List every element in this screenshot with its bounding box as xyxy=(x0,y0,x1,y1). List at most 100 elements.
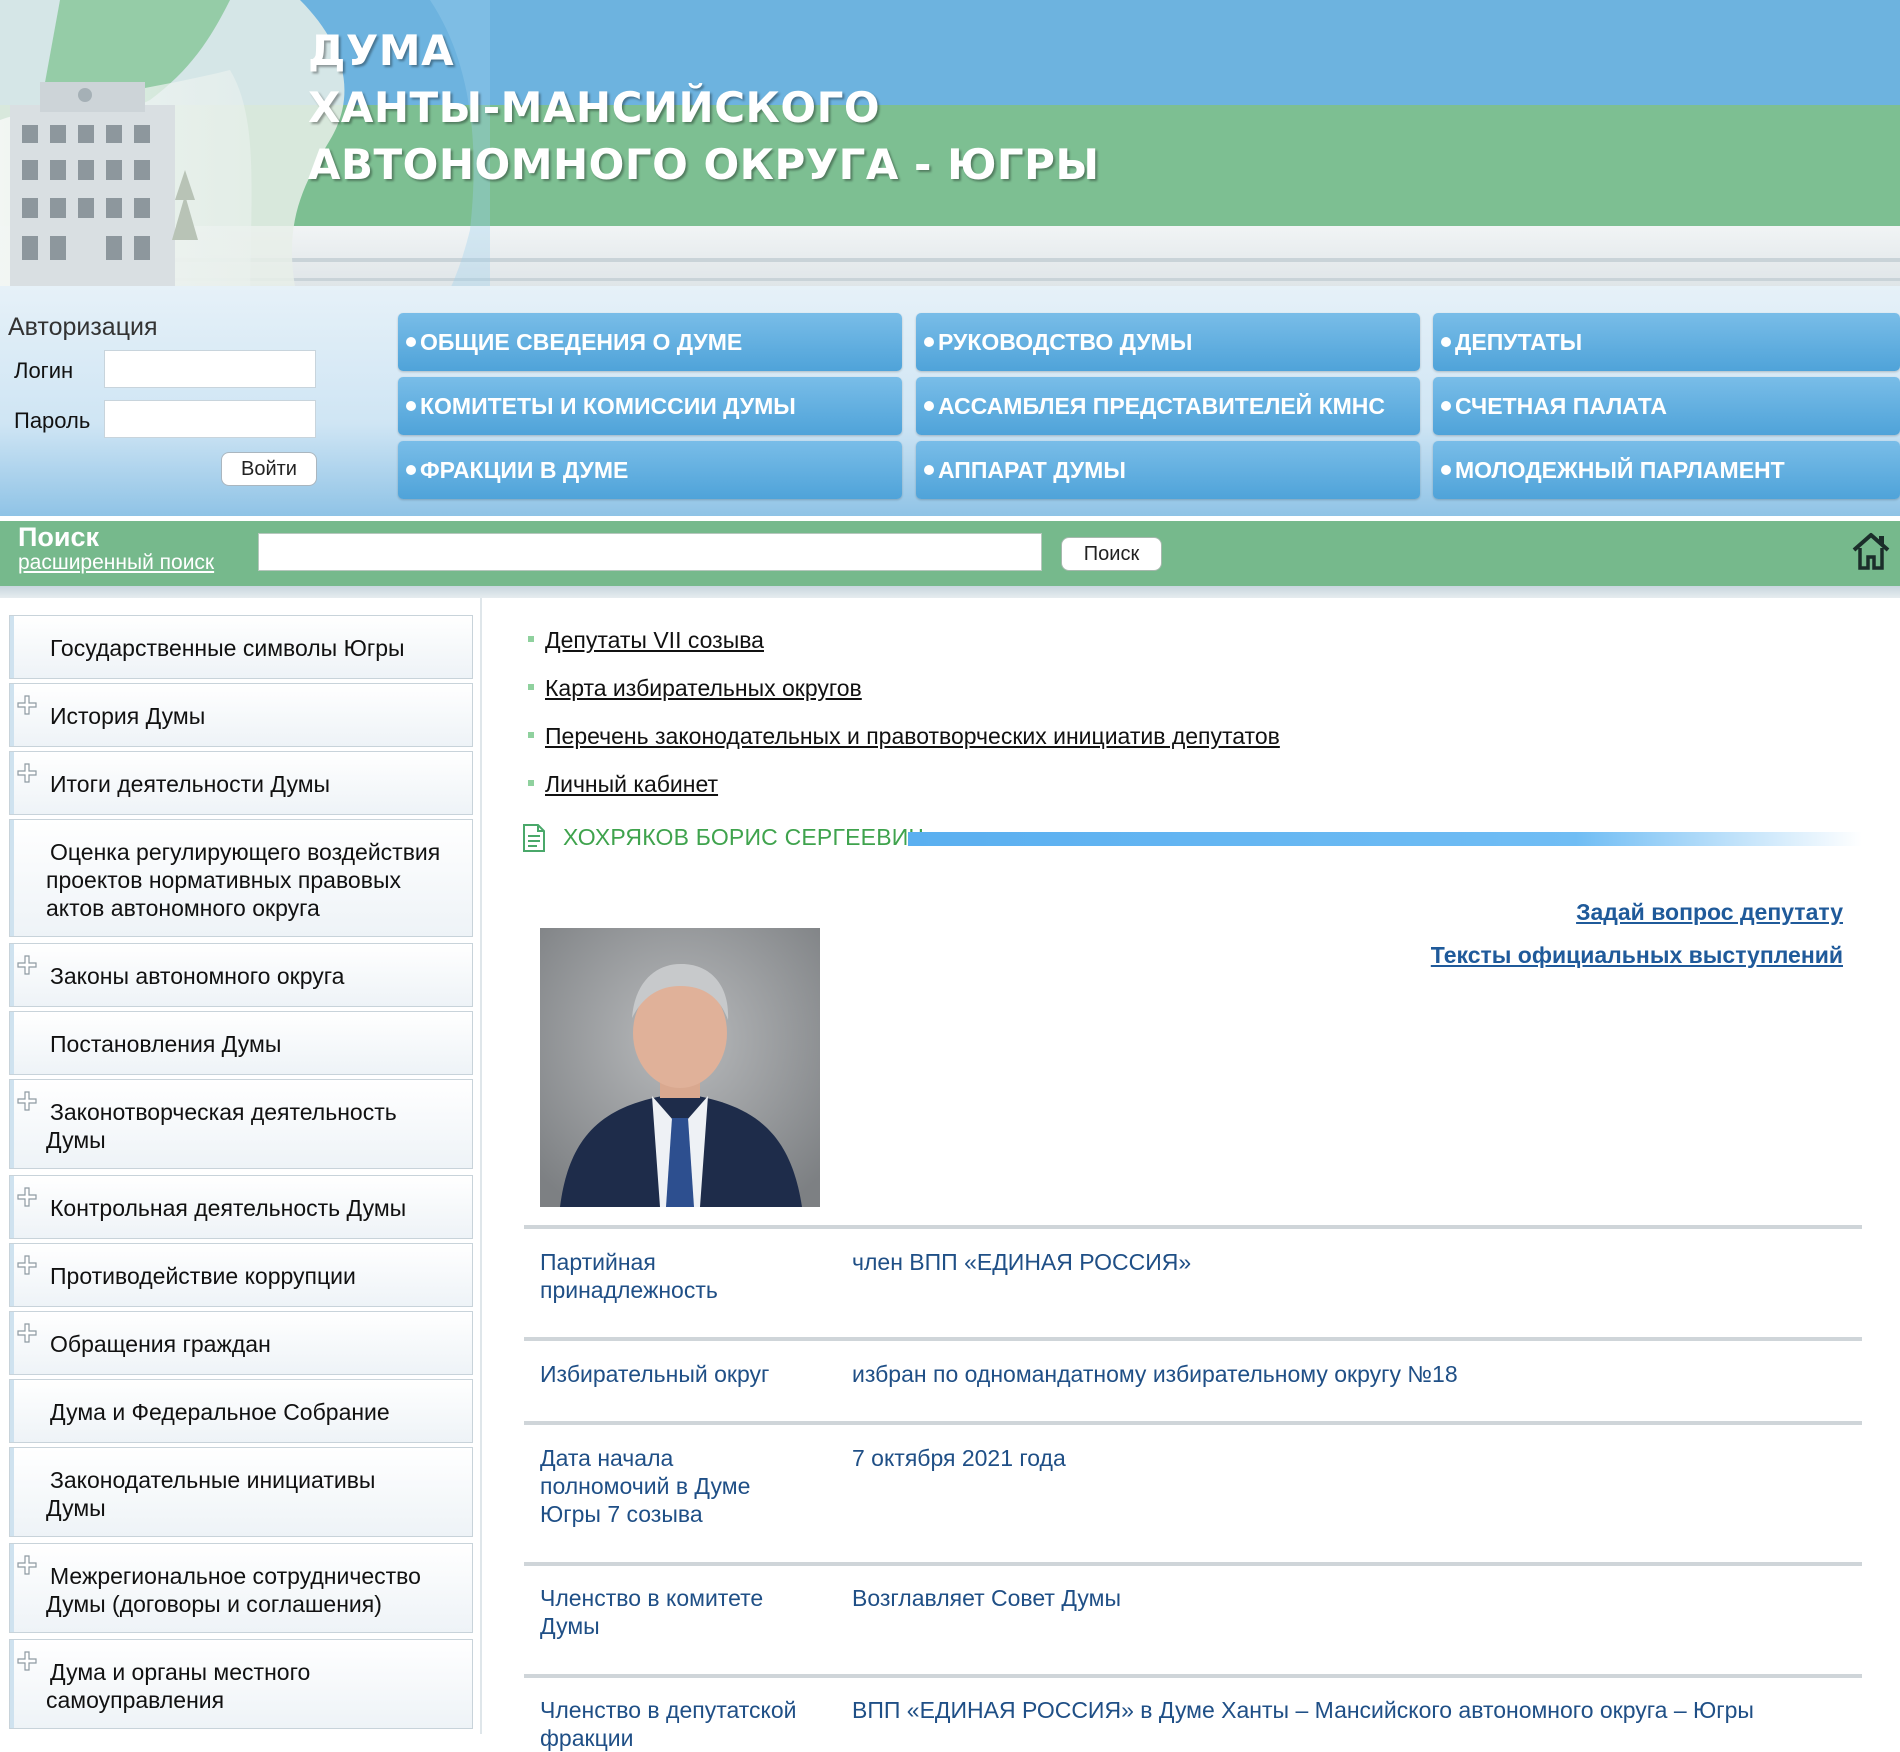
nav-item-label: ДЕПУТАТЫ xyxy=(1455,329,1583,355)
sidebar-item-label: Дума и органы местного самоуправления xyxy=(46,1658,310,1714)
expand-plus-icon[interactable] xyxy=(16,762,38,784)
info-row-label: Партийная принадлежность xyxy=(540,1248,830,1304)
nav-item[interactable]: МОЛОДЕЖНЫЙ ПАРЛАМЕНТ xyxy=(1433,441,1900,499)
bullet-icon xyxy=(528,683,534,690)
sidebar-item-label: Законы автономного округа xyxy=(50,963,345,989)
info-row-label-line: принадлежность xyxy=(540,1277,718,1303)
nav-item[interactable]: ДЕПУТАТЫ xyxy=(1433,313,1900,371)
sidebar-item-label: История Думы xyxy=(50,703,206,729)
nav-item-label: АППАРАТ ДУМЫ xyxy=(938,457,1126,483)
nav-item[interactable]: СЧЕТНАЯ ПАЛАТА xyxy=(1433,377,1900,435)
sidebar-item-label: Законодательные инициативы Думы xyxy=(46,1466,375,1522)
deputy-link-item: Личный кабинет xyxy=(528,771,718,798)
bullet-icon xyxy=(924,336,934,347)
sidebar-item[interactable]: Обращения граждан xyxy=(9,1311,473,1375)
expand-plus-icon[interactable] xyxy=(16,1554,38,1576)
home-icon[interactable] xyxy=(1851,530,1891,572)
deputy-header: ХОХРЯКОВ БОРИС СЕРГЕЕВИЧ xyxy=(522,820,1862,856)
bullet-icon xyxy=(1441,464,1451,475)
ask-question-link[interactable]: Задай вопрос депутату xyxy=(1576,899,1843,926)
site-banner: ДУМА ХАНТЫ-МАНСИЙСКОГО АВТОНОМНОГО ОКРУГ… xyxy=(0,0,1900,310)
info-row-value: Возглавляет Совет Думы xyxy=(852,1585,1122,1611)
expand-plus-icon[interactable] xyxy=(16,1090,38,1112)
deputy-link[interactable]: Личный кабинет xyxy=(545,771,718,797)
sidebar-item-label: Межрегиональное сотрудничество Думы (дого… xyxy=(46,1562,421,1618)
sidebar-item[interactable]: Законодательные инициативы Думы xyxy=(9,1447,473,1537)
document-icon xyxy=(523,824,545,852)
nav-item[interactable]: ФРАКЦИИ В ДУМЕ xyxy=(398,441,902,499)
search-input[interactable] xyxy=(258,533,1042,571)
site-title-line: ХАНТЫ-МАНСИЙСКОГО xyxy=(308,83,881,132)
nav-item[interactable]: РУКОВОДСТВО ДУМЫ xyxy=(916,313,1420,371)
info-row-divider xyxy=(524,1674,1862,1678)
sidebar-item[interactable]: Контрольная деятельность Думы xyxy=(9,1175,473,1239)
sidebar-item[interactable]: Дума и Федеральное Собрание xyxy=(9,1379,473,1443)
sidebar-item[interactable]: Межрегиональное сотрудничество Думы (дого… xyxy=(9,1543,473,1633)
sidebar-item-label: Дума и Федеральное Собрание xyxy=(50,1399,390,1425)
deputy-link[interactable]: Перечень законодательных и правотворческ… xyxy=(545,723,1280,749)
sidebar-item-label-line: Думы xyxy=(46,1495,106,1521)
deputy-link[interactable]: Депутаты VII созыва xyxy=(545,627,764,653)
info-row-label-line: Дата начала xyxy=(540,1445,674,1471)
info-row-label-line: Членство в депутатской xyxy=(540,1697,797,1723)
bullet-icon xyxy=(924,400,934,411)
nav-item[interactable]: АССАМБЛЕЯ ПРЕДСТАВИТЕЛЕЙ КМНС xyxy=(916,377,1420,435)
advanced-search-link[interactable]: расширенный поиск xyxy=(18,551,214,575)
sidebar-item[interactable]: Законы автономного округа xyxy=(9,943,473,1007)
info-row-value: избран по одномандатному избирательному … xyxy=(852,1361,1458,1387)
nav-item[interactable]: КОМИТЕТЫ И КОМИССИИ ДУМЫ xyxy=(398,377,902,435)
site-title: ДУМА ХАНТЫ-МАНСИЙСКОГО АВТОНОМНОГО ОКРУГ… xyxy=(308,22,1099,193)
bullet-icon xyxy=(1441,400,1451,411)
password-input[interactable] xyxy=(104,400,316,438)
nav-item-label: ОБЩИЕ СВЕДЕНИЯ О ДУМЕ xyxy=(420,329,743,355)
nav-item[interactable]: АППАРАТ ДУМЫ xyxy=(916,441,1420,499)
expand-plus-icon[interactable] xyxy=(16,1322,38,1344)
search-title: Поиск xyxy=(18,522,100,552)
expand-plus-icon[interactable] xyxy=(16,1186,38,1208)
login-button[interactable]: Войти xyxy=(221,452,317,486)
info-row-value: член ВПП «ЕДИНАЯ РОССИЯ» xyxy=(852,1249,1192,1275)
search-button[interactable]: Поиск xyxy=(1061,537,1162,571)
login-label: Логин xyxy=(14,358,74,383)
sidebar-item[interactable]: Дума и органы местного самоуправления xyxy=(9,1639,473,1729)
site-title-line: ДУМА xyxy=(308,26,455,75)
site-title-line: АВТОНОМНОГО ОКРУГА - ЮГРЫ xyxy=(308,140,1100,189)
bullet-icon xyxy=(406,464,416,475)
sidebar-item-label-line: Законотворческая деятельность xyxy=(50,1099,397,1125)
nav-item-label: СЧЕТНАЯ ПАЛАТА xyxy=(1455,393,1667,419)
info-row-label-line: Югры 7 созыва xyxy=(540,1501,703,1527)
bullet-icon xyxy=(1441,336,1451,347)
nav-item-label: РУКОВОДСТВО ДУМЫ xyxy=(938,329,1193,355)
sidebar-item[interactable]: Противодействие коррупции xyxy=(9,1243,473,1307)
nav-item[interactable]: ОБЩИЕ СВЕДЕНИЯ О ДУМЕ xyxy=(398,313,902,371)
nav-item-label: ФРАКЦИИ В ДУМЕ xyxy=(420,457,629,483)
expand-plus-icon[interactable] xyxy=(16,954,38,976)
info-row-value: ВПП «ЕДИНАЯ РОССИЯ» в Думе Ханты – Манси… xyxy=(852,1697,1754,1723)
sidebar-item-label-line: Межрегиональное сотрудничество xyxy=(50,1563,421,1589)
sidebar-item[interactable]: Законотворческая деятельность Думы xyxy=(9,1079,473,1169)
sidebar-item[interactable]: История Думы xyxy=(9,683,473,747)
auth-title: Авторизация xyxy=(8,313,158,341)
info-row-label: Дата начала полномочий в Думе Югры 7 созыв… xyxy=(540,1444,830,1528)
nav-item-label: МОЛОДЕЖНЫЙ ПАРЛАМЕНТ xyxy=(1455,457,1785,483)
sidebar-item[interactable]: Оценка регулирующего воздействия проектов… xyxy=(9,819,473,937)
nav-item-label: КОМИТЕТЫ И КОМИССИИ ДУМЫ xyxy=(420,393,796,419)
speeches-link[interactable]: Тексты официальных выступлений xyxy=(1431,942,1843,969)
bullet-icon xyxy=(406,336,416,347)
sidebar-item-label-line: Оценка регулирующего воздействия xyxy=(50,839,441,865)
sidebar-item[interactable]: Итоги деятельности Думы xyxy=(9,751,473,815)
sidebar-item[interactable]: Государственные символы Югры xyxy=(9,615,473,679)
bullet-icon xyxy=(924,464,934,475)
info-row-divider xyxy=(524,1225,1862,1229)
nav-item-label: АССАМБЛЕЯ ПРЕДСТАВИТЕЛЕЙ КМНС xyxy=(938,393,1386,419)
deputy-link[interactable]: Карта избирательных округов xyxy=(545,675,862,701)
sidebar-item-label: Оценка регулирующего воздействия проектов… xyxy=(46,838,440,922)
expand-plus-icon[interactable] xyxy=(16,1650,38,1672)
sidebar-item-label: Обращения граждан xyxy=(50,1331,271,1357)
info-row-divider xyxy=(524,1421,1862,1425)
info-row-label-line: Членство в комитете xyxy=(540,1585,764,1611)
login-input[interactable] xyxy=(104,350,316,388)
expand-plus-icon[interactable] xyxy=(16,694,38,716)
sidebar-item[interactable]: Постановления Думы xyxy=(9,1011,473,1075)
expand-plus-icon[interactable] xyxy=(16,1254,38,1276)
